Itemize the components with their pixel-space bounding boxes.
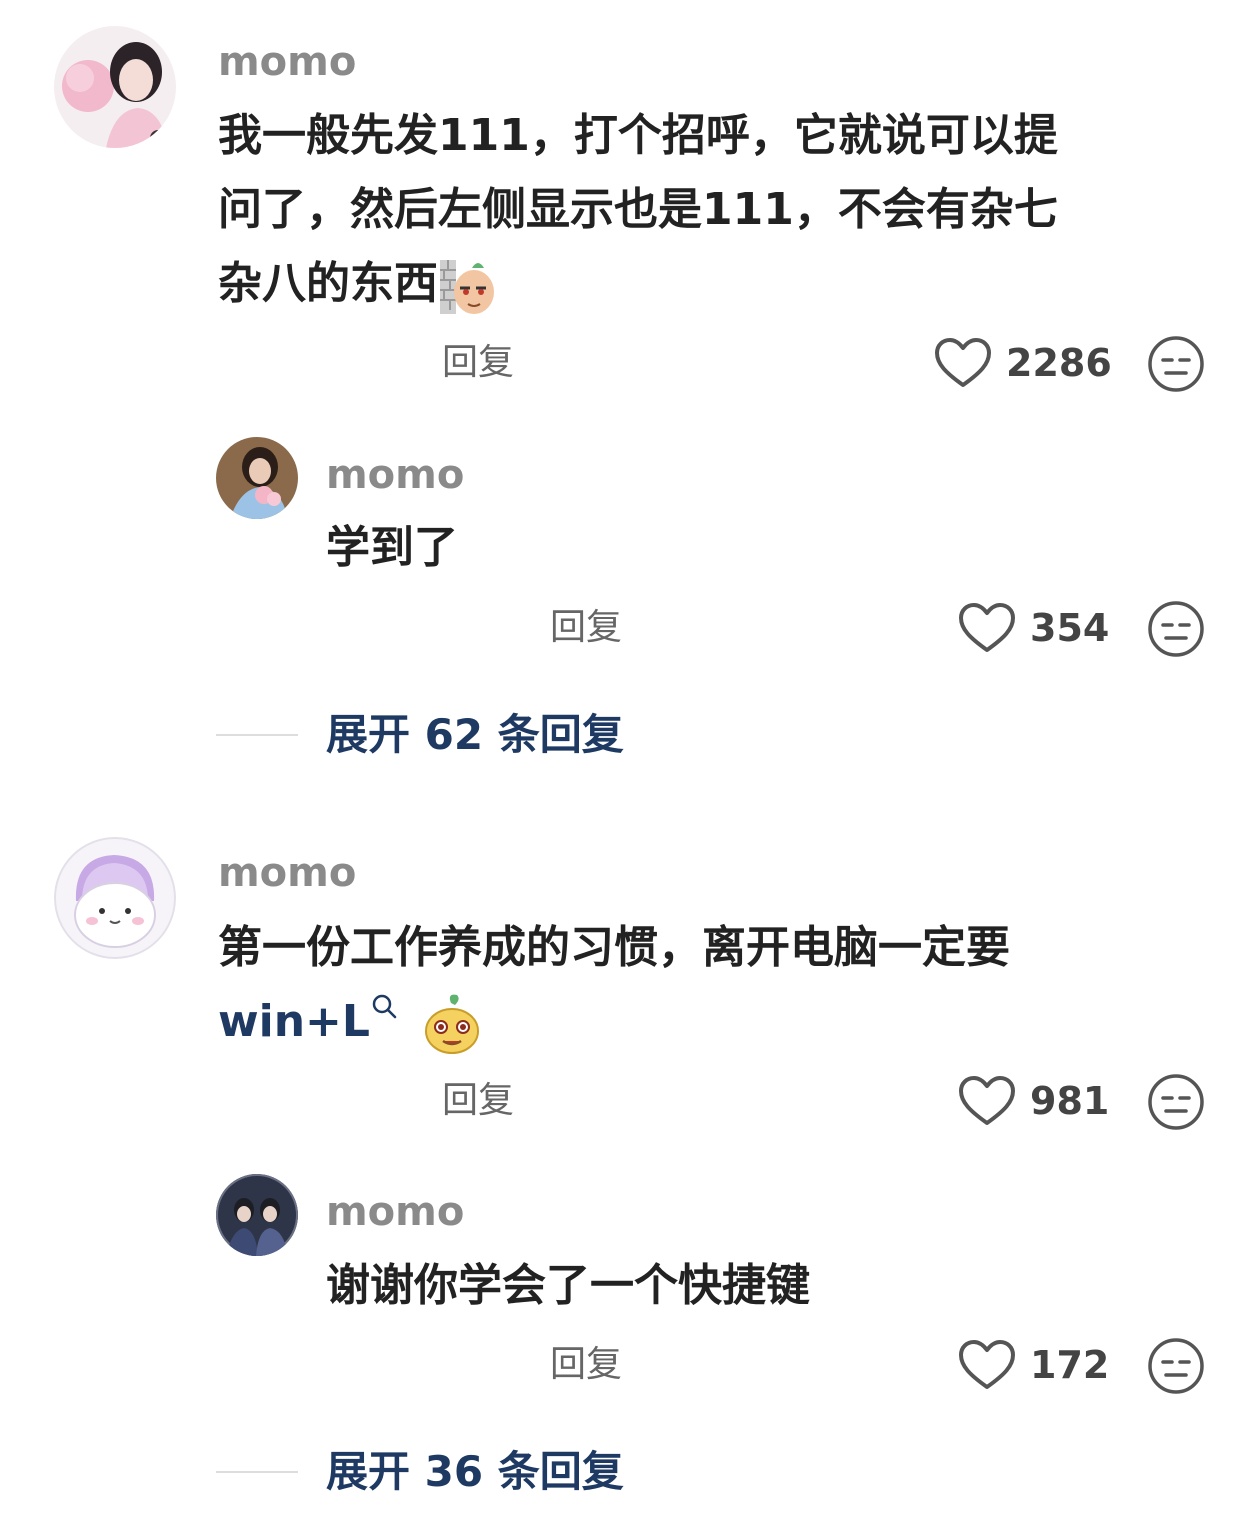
like-count: 2286: [1006, 341, 1112, 385]
comment-text: 我一般先发111，打个招呼，它就说可以提 问了，然后左侧显示也是111，不会有杂…: [218, 99, 1118, 321]
avatar[interactable]: [54, 26, 176, 148]
reply-button[interactable]: 回复: [550, 1347, 622, 1383]
avatar[interactable]: [216, 437, 298, 519]
expand-replies-label: 展开 62 条回复: [326, 710, 624, 759]
meh-face-icon[interactable]: [1147, 600, 1205, 658]
like-button[interactable]: 2286: [934, 337, 1112, 389]
heart-outline-icon: [959, 603, 1015, 652]
heart-outline-icon: [935, 338, 991, 387]
search-icon[interactable]: [370, 992, 398, 1020]
search-link[interactable]: win+L: [218, 996, 370, 1047]
comment-text: 谢谢你学会了一个快捷键: [326, 1260, 810, 1311]
like-button[interactable]: 172: [958, 1339, 1109, 1391]
meh-face-icon[interactable]: [1147, 1073, 1205, 1131]
username[interactable]: momo: [326, 1192, 464, 1232]
reply-button[interactable]: 回复: [442, 1083, 514, 1119]
comment-text: 第一份工作养成的习惯，离开电脑一定要 win+L: [218, 911, 1118, 1059]
reply-button[interactable]: 回复: [550, 610, 622, 646]
like-button[interactable]: 981: [958, 1075, 1109, 1127]
heart-outline-icon: [959, 1076, 1015, 1125]
avatar[interactable]: [216, 1174, 298, 1256]
username[interactable]: momo: [218, 42, 356, 82]
username[interactable]: momo: [326, 455, 464, 495]
comment-text: 学到了: [326, 522, 458, 573]
meh-face-icon[interactable]: [1147, 1337, 1205, 1395]
like-count: 981: [1030, 1079, 1110, 1123]
peeking-emoji-icon: [438, 256, 498, 316]
divider: [216, 734, 298, 736]
comment-line-text: 杂八的东西: [218, 258, 438, 309]
comment-line: 第一份工作养成的习惯，离开电脑一定要: [218, 922, 1010, 973]
comment-line: 我一般先发111，打个招呼，它就说可以提: [218, 110, 1058, 161]
expand-replies-button[interactable]: 展开 36 条回复: [216, 1451, 624, 1493]
like-count: 172: [1030, 1343, 1110, 1387]
comment-line: win+L: [218, 985, 1118, 1059]
username[interactable]: momo: [218, 853, 356, 893]
expand-replies-button[interactable]: 展开 62 条回复: [216, 714, 624, 756]
expand-replies-label: 展开 36 条回复: [326, 1447, 624, 1496]
comment-line: 问了，然后左侧显示也是111，不会有杂七: [218, 184, 1058, 235]
like-count: 354: [1030, 606, 1110, 650]
like-button[interactable]: 354: [958, 602, 1109, 654]
comment-line: 杂八的东西: [218, 247, 1118, 321]
meh-face-icon[interactable]: [1147, 335, 1205, 393]
reply-button[interactable]: 回复: [442, 345, 514, 381]
avatar[interactable]: [54, 837, 176, 959]
heart-outline-icon: [959, 1340, 1015, 1389]
smug-emoji-icon: [421, 993, 483, 1055]
divider: [216, 1471, 298, 1473]
